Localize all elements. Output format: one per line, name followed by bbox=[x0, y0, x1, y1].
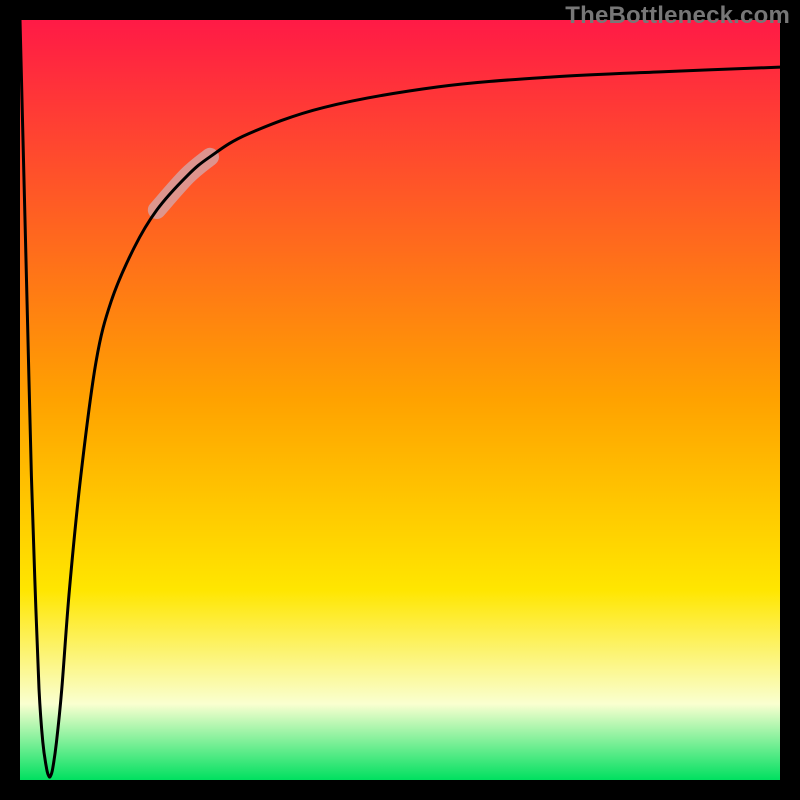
watermark-text: TheBottleneck.com bbox=[565, 2, 790, 30]
bottleneck-chart bbox=[0, 0, 800, 800]
chart-stage: TheBottleneck.com bbox=[0, 0, 800, 800]
chart-background-gradient bbox=[20, 20, 780, 780]
